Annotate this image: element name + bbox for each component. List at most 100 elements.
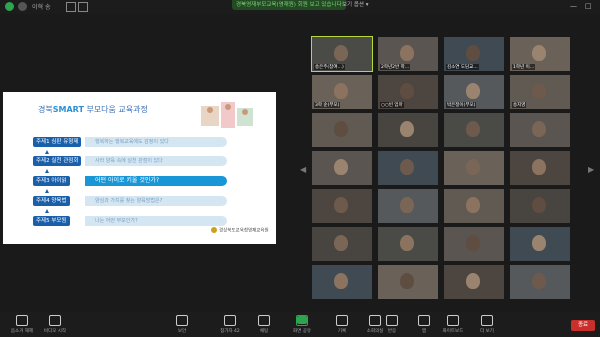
participant-tile[interactable]: 1학년 이… [510,37,570,71]
participant-video [532,83,546,99]
view-toggle-icon[interactable] [66,2,76,12]
toolbar-button[interactable]: 더 보기 [470,315,504,335]
shield-icon [176,315,188,326]
view-options-button[interactable]: 보기 옵션 ▾ [342,0,369,10]
toolbar-button[interactable]: 보안 [165,315,199,335]
participant-tile[interactable] [378,113,438,147]
participant-gallery: 송은주(참여…) 2학년2반 학… 김소연 도담교… 1학년 이… 3학 순(부모) ○○… [311,36,570,299]
participant-tile[interactable] [444,265,504,299]
fullscreen-icon[interactable] [78,2,88,12]
participant-name: 2학년2반 학… [380,64,411,70]
participant-tile[interactable] [312,151,372,185]
participants-icon [224,315,236,326]
participant-tile[interactable] [312,113,372,147]
video-icon [49,315,61,326]
participant-tile[interactable]: 박은정이(부모) [444,75,504,109]
participant-video [466,159,480,175]
participant-name: 김소연 도담교… [446,64,479,70]
participant-name: 1학년 이… [512,64,536,70]
toolbar-label: 더 보기 [480,329,494,334]
toolbar-label: 비디오 시작 [43,329,67,334]
maximize-button[interactable]: □ [585,2,592,10]
family-illustration [201,102,253,128]
participant-video [400,197,414,213]
participant-video [400,45,414,61]
participant-video [466,83,480,99]
participant-video [334,83,348,99]
participant-tile[interactable] [510,151,570,185]
up-arrow-icon [45,189,49,193]
toolbar-label: 반응 [387,329,397,334]
end-meeting-button[interactable]: 종료 [571,320,595,331]
more-icon [481,315,493,326]
participant-tile[interactable] [444,189,504,223]
participant-tile[interactable] [444,227,504,261]
participant-video [466,45,480,61]
participant-tile[interactable] [510,113,570,147]
participant-video [532,235,546,251]
participant-tile[interactable] [510,189,570,223]
participant-tile[interactable]: ○○빈 엄마 [378,75,438,109]
participant-name: 송지영 [512,102,527,108]
participant-video [466,121,480,137]
participant-video [334,159,348,175]
participant-name: 박은정이(부모) [446,102,477,108]
participant-video [400,273,414,289]
participant-video [532,121,546,137]
participant-tile[interactable] [378,265,438,299]
participant-tile[interactable]: 송은주(참여…) [311,36,373,72]
participant-tile[interactable]: 김소연 도담교… [444,37,504,71]
shield-icon[interactable] [5,2,14,11]
participant-tile[interactable]: 3학 순(부모) [312,75,372,109]
participant-tile[interactable]: 송지영 [510,75,570,109]
participant-video [466,273,480,289]
participant-video [532,197,546,213]
toolbar-button[interactable]: 비디오 시작 [38,315,72,335]
viewing-banner: 경북영재부모교육(영재원) 회원 보고 있습니다 [232,0,346,10]
toolbar-label: 채팅 [259,329,269,334]
participant-video [334,197,348,213]
participant-tile[interactable] [510,265,570,299]
participant-tile[interactable] [444,151,504,185]
up-arrow-icon [45,150,49,154]
up-arrow-icon [45,209,49,213]
gallery-next-icon[interactable]: ▶ [588,165,594,174]
participant-tile[interactable]: 2학년2반 학… [378,37,438,71]
toolbar-button[interactable]: 음소거 해제 [5,315,39,335]
toolbar-button[interactable]: 기록 [325,315,359,335]
toolbar-label: 화이트보드 [442,329,464,334]
minimize-button[interactable]: — [570,2,577,10]
participant-name: 송은주(참여…) [314,64,345,70]
participant-tile[interactable] [444,113,504,147]
participant-video [334,121,348,137]
chat-icon [258,315,270,326]
shared-screen: 경북SMART 부모다움 교육과정 주제1 심판 유형제 행복하는 행복교육에도… [3,92,276,244]
toolbar-button[interactable]: 반응 [375,315,409,335]
participant-video [400,121,414,137]
participant-tile[interactable] [378,227,438,261]
logo-icon [211,227,217,233]
participant-tile[interactable] [312,227,372,261]
participant-video [532,159,546,175]
participant-video [532,273,546,289]
toolbar-label: 화면 공유 [293,329,311,334]
participant-tile[interactable] [312,265,372,299]
toolbar-label: 보안 [177,329,187,334]
share-screen-badge [297,316,307,324]
toolbar-button[interactable]: 채팅 [247,315,281,335]
participant-tile[interactable] [510,227,570,261]
participant-video [400,83,414,99]
participant-tile[interactable] [378,151,438,185]
gallery-prev-icon[interactable]: ◀ [300,165,306,174]
participant-tile[interactable] [378,189,438,223]
toolbar-button[interactable]: 참가자 42 [213,315,247,335]
meeting-label: 이혁 송 [32,4,51,11]
participant-video [334,273,348,289]
participant-name: 3학 순(부모) [314,102,341,108]
participant-video [466,197,480,213]
participant-name: ○○빈 엄마 [380,102,404,108]
info-icon[interactable] [18,2,27,11]
toolbar-button[interactable]: 화이트보드 [436,315,470,335]
toolbar-label: 참가자 42 [220,329,240,334]
participant-tile[interactable] [312,189,372,223]
